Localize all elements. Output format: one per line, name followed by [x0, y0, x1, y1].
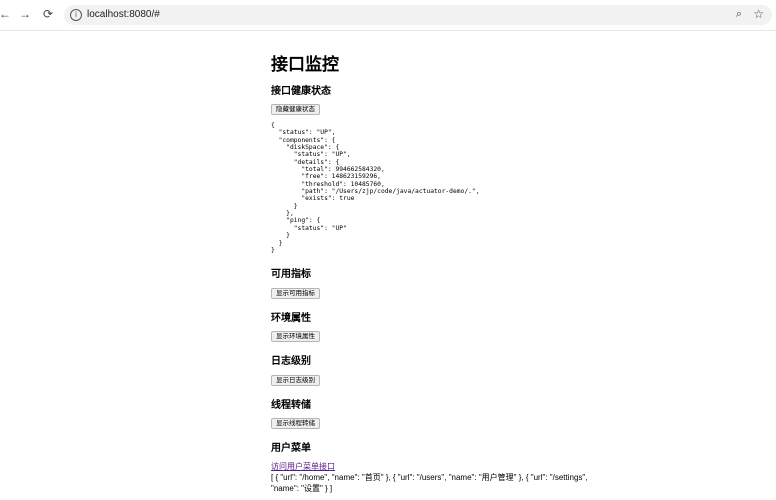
loggers-heading: 日志级别 — [271, 356, 311, 367]
page-title: 接口监控 — [271, 55, 339, 74]
menu-heading: 用户菜单 — [271, 443, 311, 454]
address-bar[interactable]: i localhost:8080/# ⌕ ☆ — [64, 5, 772, 25]
user-menu-link[interactable]: 访问用户菜单接口 — [271, 461, 335, 472]
threaddump-heading: 线程转储 — [271, 400, 311, 411]
url-text[interactable]: localhost:8080/# — [87, 9, 160, 20]
bookmark-star-icon[interactable]: ☆ — [753, 7, 764, 21]
env-heading: 环境属性 — [271, 313, 311, 324]
zoom-icon[interactable]: ⌕ — [736, 8, 742, 21]
browser-toolbar: ← → ⟳ i localhost:8080/# ⌕ ☆ — [0, 0, 776, 31]
user-menu-result: [ { "url": "/home", "name": "首页" }, { "u… — [271, 473, 588, 493]
back-icon[interactable]: ← — [0, 7, 13, 21]
toggle-health-button[interactable]: 隐藏健康状态 — [271, 104, 320, 115]
show-env-button[interactable]: 显示环境属性 — [271, 331, 320, 342]
show-loggers-button[interactable]: 显示日志级别 — [271, 375, 320, 386]
show-metrics-button[interactable]: 显示可用指标 — [271, 288, 320, 299]
health-json: { "status": "UP", "components": { "diskS… — [271, 122, 480, 254]
metrics-heading: 可用指标 — [271, 269, 311, 280]
forward-icon[interactable]: → — [17, 7, 33, 21]
health-heading: 接口健康状态 — [271, 86, 331, 97]
show-threaddump-button[interactable]: 显示线程转储 — [271, 418, 320, 429]
info-icon[interactable]: i — [70, 9, 82, 21]
reload-icon[interactable]: ⟳ — [40, 7, 56, 21]
